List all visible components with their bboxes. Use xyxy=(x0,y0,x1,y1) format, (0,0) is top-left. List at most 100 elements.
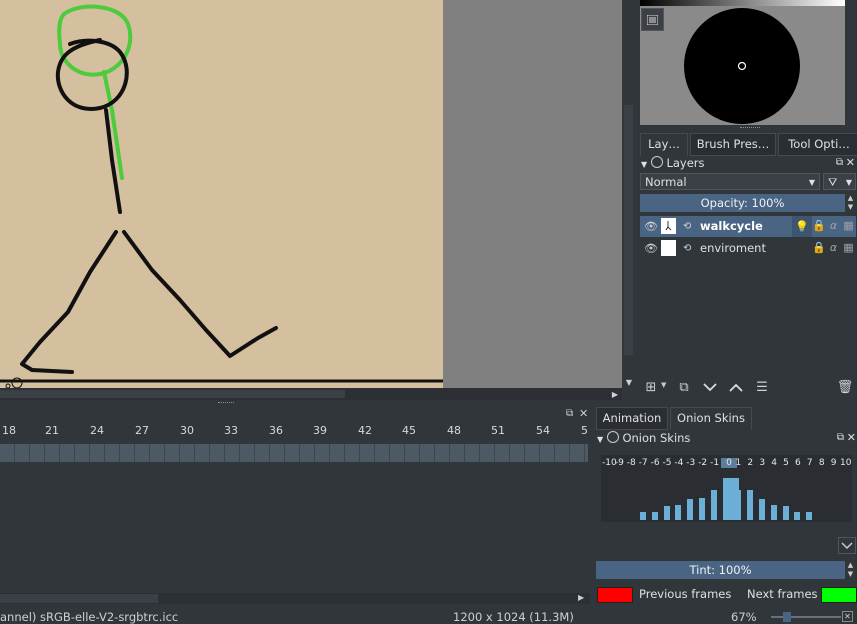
layer-properties-icon[interactable]: ☰ xyxy=(753,378,771,396)
onion-opacity-bar[interactable] xyxy=(639,512,646,520)
previous-frames-color-swatch[interactable] xyxy=(597,587,633,603)
color-profile-status: annel) sRGB-elle-V2-srgbtrc.icc xyxy=(0,610,179,624)
expand-button[interactable] xyxy=(838,537,856,554)
blend-mode-select[interactable]: Normal ▼ xyxy=(640,173,820,190)
timeline-empty-area[interactable] xyxy=(0,462,588,592)
alpha-lock-icon[interactable]: α xyxy=(827,241,840,255)
onion-frame-number[interactable]: -4 xyxy=(673,458,684,468)
frame-cell-divider xyxy=(254,444,255,462)
collapse-triangle-icon[interactable]: ▼ xyxy=(641,160,647,169)
scroll-down-icon[interactable]: ▼ xyxy=(622,376,636,388)
animation-bulb-icon[interactable]: 💡 xyxy=(792,216,812,237)
onion-opacity-bar[interactable] xyxy=(746,490,753,520)
onion-frame-number[interactable]: -2 xyxy=(697,458,708,468)
chevron-down-icon: ▼ xyxy=(845,178,852,187)
tab-brush-presets[interactable]: Brush Pres… xyxy=(690,133,776,156)
onion-frame-number[interactable]: 3 xyxy=(757,458,768,468)
tab-layers[interactable]: Lay… xyxy=(640,133,688,156)
onion-frame-number[interactable]: 6 xyxy=(792,458,803,468)
onion-frame-number[interactable]: 5 xyxy=(781,458,792,468)
next-frames-color-swatch[interactable] xyxy=(821,587,857,603)
move-layer-down-icon[interactable] xyxy=(701,378,719,396)
close-icon[interactable]: ✕ xyxy=(847,430,856,446)
float-icon[interactable]: ⧉ xyxy=(566,408,573,419)
onion-frame-number[interactable]: -8 xyxy=(626,458,637,468)
onion-frame-number[interactable]: 8 xyxy=(816,458,827,468)
lock-icon[interactable]: 🔒 xyxy=(812,241,826,255)
onion-frame-number[interactable]: -5 xyxy=(662,458,673,468)
hamburger-menu-icon[interactable] xyxy=(641,8,664,31)
close-icon[interactable]: ✕ xyxy=(579,407,588,420)
onion-opacity-bar[interactable] xyxy=(711,490,718,520)
collapse-triangle-icon[interactable]: ▼ xyxy=(597,435,603,444)
blend-mode-value: Normal xyxy=(645,175,687,189)
zoom-slider-handle[interactable] xyxy=(783,612,791,622)
zoom-slider[interactable] xyxy=(771,616,841,618)
eye-icon[interactable]: 👁 xyxy=(644,238,658,259)
onion-frame-number[interactable]: 7 xyxy=(804,458,815,468)
canvas-vertical-scrollbar[interactable]: ▼ xyxy=(622,0,636,390)
layer-row-enviroment[interactable]: 👁 ⟲ enviroment 🔒 α ▦ xyxy=(640,238,856,259)
onion-opacity-bar[interactable] xyxy=(758,499,765,520)
splitter-handle[interactable] xyxy=(740,127,760,131)
tint-spin[interactable]: ▲ ▼ xyxy=(845,561,856,579)
chevron-down-icon[interactable]: ▼ xyxy=(661,381,666,389)
scroll-right-icon[interactable]: ▶ xyxy=(608,388,622,400)
add-layer-icon[interactable]: ⊞ xyxy=(642,378,660,396)
fit-view-icon[interactable]: ✕ xyxy=(842,611,853,622)
opacity-spin[interactable]: ▲ ▼ xyxy=(845,194,856,212)
tint-slider[interactable]: Tint: 100% xyxy=(596,561,845,579)
tab-animation[interactable]: Animation xyxy=(596,407,668,430)
layer-filter-button[interactable]: ⛛ ▼ xyxy=(823,173,856,190)
onion-opacity-bar[interactable] xyxy=(806,512,813,520)
move-layer-up-icon[interactable] xyxy=(727,378,745,396)
layer-toolbar: ⊞ ▼ ⧉ ☰ 🗑 xyxy=(640,378,857,396)
onion-frame-number[interactable]: 2 xyxy=(745,458,756,468)
opacity-slider[interactable]: Opacity: 100% xyxy=(640,194,845,212)
layer-name[interactable]: enviroment xyxy=(700,238,766,259)
onion-frame-number[interactable]: -3 xyxy=(685,458,696,468)
tab-tool-options[interactable]: Tool Opti… xyxy=(778,133,857,156)
inherit-alpha-icon[interactable]: ▦ xyxy=(842,219,855,233)
frame-cell-divider xyxy=(464,444,465,462)
eye-icon[interactable]: 👁 xyxy=(644,216,658,237)
onion-opacity-bar[interactable] xyxy=(699,498,706,520)
onion-opacity-bar[interactable] xyxy=(651,512,658,520)
splitter-handle[interactable] xyxy=(218,402,234,406)
inherit-alpha-icon[interactable]: ▦ xyxy=(842,241,855,255)
frame-cell-divider xyxy=(404,444,405,462)
frame-cell-divider xyxy=(194,444,195,462)
float-icon[interactable]: ⧉ xyxy=(836,155,843,171)
onion-opacity-bar[interactable] xyxy=(734,490,741,520)
onion-opacity-bar[interactable] xyxy=(687,499,694,520)
overview-panel[interactable] xyxy=(640,6,845,125)
onion-frame-number[interactable]: -10 xyxy=(602,458,617,468)
onion-frame-number[interactable]: -9 xyxy=(614,458,625,468)
onion-opacity-bar[interactable] xyxy=(794,512,801,520)
float-icon[interactable]: ⧉ xyxy=(837,430,844,446)
delete-layer-icon[interactable]: 🗑 xyxy=(836,378,854,396)
tab-onion-skins[interactable]: Onion Skins xyxy=(670,407,752,430)
onion-frame-number[interactable]: 10 xyxy=(840,458,851,468)
onion-opacity-bar[interactable] xyxy=(770,505,777,520)
lock-icon[interactable]: 🔒 xyxy=(812,219,826,233)
onion-frame-number[interactable]: -7 xyxy=(638,458,649,468)
canvas-viewport[interactable] xyxy=(0,0,622,388)
duplicate-layer-icon[interactable]: ⧉ xyxy=(675,378,693,396)
onion-frame-number[interactable]: -1 xyxy=(709,458,720,468)
onion-frame-number[interactable]: 9 xyxy=(828,458,839,468)
close-icon[interactable]: ✕ xyxy=(846,155,855,171)
alpha-lock-icon[interactable]: α xyxy=(827,219,840,233)
onion-frame-number[interactable]: 1 xyxy=(733,458,744,468)
scroll-right-icon[interactable]: ▶ xyxy=(578,593,584,602)
onion-frame-number[interactable]: -6 xyxy=(650,458,661,468)
onion-frame-number[interactable]: 4 xyxy=(769,458,780,468)
layer-name[interactable]: walkcycle xyxy=(700,216,763,237)
canvas-horizontal-scrollbar[interactable]: ▶ xyxy=(0,388,622,400)
onion-opacity-bar[interactable] xyxy=(663,506,670,520)
layer-row-walkcycle[interactable]: 👁 ⟲ walkcycle 💡 🔒 α ▦ xyxy=(640,216,856,237)
timeline-horizontal-scrollbar[interactable]: ▶ xyxy=(0,593,590,604)
onion-opacity-bar[interactable] xyxy=(675,505,682,520)
onion-opacity-bar[interactable] xyxy=(782,506,789,520)
timeline-tick-label: 36 xyxy=(269,424,283,437)
